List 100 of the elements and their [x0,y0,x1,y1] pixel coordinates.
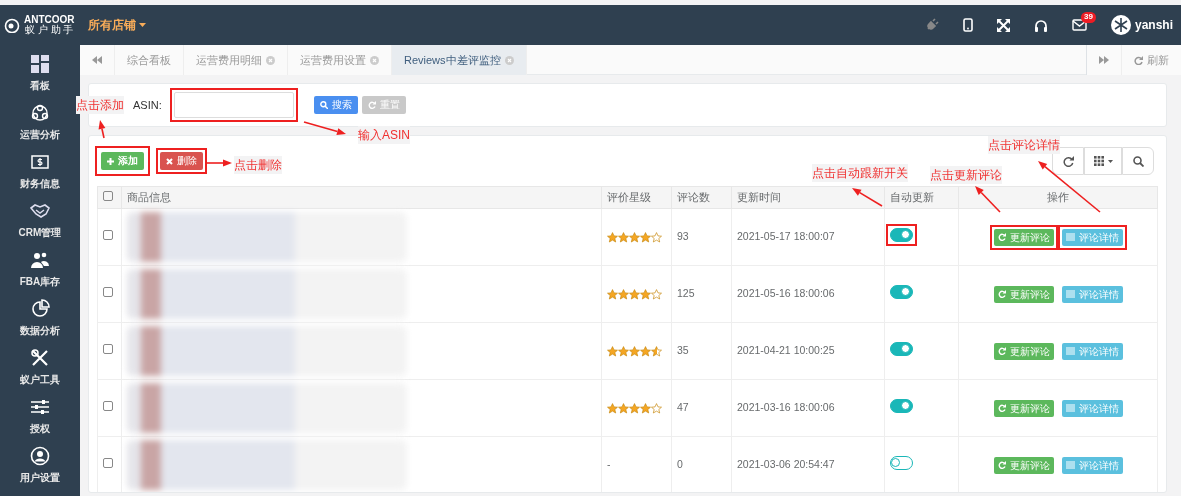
sidebar-item[interactable]: FBA库存 [19,274,61,289]
caret-icon [1107,159,1113,163]
scroll-left-icon[interactable] [92,56,102,64]
plus-icon [107,157,114,165]
sidebar-item[interactable]: 蚁户工具 [20,372,60,387]
list-icon [1065,290,1075,298]
star-icon [629,231,640,243]
review-details-button[interactable]: 评论详情 [1061,285,1123,303]
sidebar-item[interactable]: 授权 [30,421,50,436]
row-checkbox[interactable] [103,287,113,298]
sidebar-item[interactable]: 数据分析 [20,323,60,338]
review-count: 0 [677,458,683,471]
update-time: 2021-05-17 18:00:07 [737,230,835,243]
dashboard-icon[interactable] [30,54,50,74]
arrow [205,159,232,167]
highlight-frame [95,146,150,176]
tab[interactable]: Reviews中差评监控 [392,45,527,75]
update-reviews-button[interactable]: 更新评论 [993,228,1054,246]
arrow [852,188,883,207]
star-icon [629,402,640,414]
user-icon[interactable] [30,446,50,466]
tab[interactable]: 运营费用明细 [184,45,288,75]
logo-subtitle: 蚁 户 助 手 [25,25,75,35]
refresh-icon [1134,55,1143,65]
update-reviews-button[interactable]: 更新评论 [993,456,1054,474]
grid-icon [1093,156,1104,166]
arrow [975,186,1001,213]
row-checkbox[interactable] [103,401,113,412]
tab[interactable]: 运营费用设置 [288,45,392,75]
list-icon [1065,347,1075,355]
annotation-text: 点击添加 [76,96,124,114]
column-header: 自动更新 [890,190,934,203]
search-button[interactable] [1122,147,1154,175]
update-reviews-button[interactable]: 更新评论 [993,285,1054,303]
annotation-text: 点击评论详情 [988,136,1060,154]
sliders-icon[interactable] [30,397,50,417]
arrow [1038,161,1101,213]
sidebar-item[interactable]: 运营分析 [20,127,60,142]
update-reviews-button[interactable]: 更新评论 [993,399,1054,417]
search-button[interactable]: 搜索 [313,96,358,114]
row-checkbox[interactable] [103,458,113,469]
row-checkbox[interactable] [103,230,113,241]
star-icon [640,288,651,300]
toggle-switch[interactable] [890,284,913,299]
column-header: 商品信息 [127,190,171,203]
pie-chart-icon[interactable] [30,299,50,319]
select-all-checkbox[interactable] [103,190,113,201]
add-button[interactable]: 添加 [101,152,144,170]
columns-button[interactable] [1084,147,1122,175]
list-icon [1065,404,1075,412]
refresh-icon [997,233,1006,241]
star-icon [607,231,618,243]
refresh-icon [1062,155,1074,167]
refresh-icon [997,347,1006,355]
highlight-frame [989,224,1058,250]
tab[interactable]: 综合看板 [115,45,184,75]
highlight-frame [156,148,207,174]
toggle-switch[interactable] [890,341,913,356]
store-dropdown[interactable]: 所有店铺 [88,18,147,32]
mobile-icon[interactable] [963,18,973,32]
toggle-switch[interactable] [890,398,913,413]
sidebar-item[interactable]: CRM管理 [18,225,62,240]
review-details-button[interactable]: 评论详情 [1061,342,1123,360]
mail-icon[interactable] [1072,19,1087,31]
star-icon [618,345,629,357]
star-icon [607,345,618,357]
tools-icon[interactable] [30,348,50,368]
update-time: 2021-03-06 20:54:47 [737,458,835,471]
review-count: 125 [677,287,695,300]
notification-badge: 39 [1081,12,1096,23]
username[interactable]: yanshi [1135,16,1173,34]
search-icon [319,101,328,109]
star-icon [618,231,629,243]
toggle-switch[interactable] [890,227,913,242]
headset-icon[interactable] [1034,18,1048,32]
plug-icon[interactable] [925,18,939,32]
fullscreen-icon[interactable] [997,18,1010,32]
delete-button[interactable]: 删除 [160,152,203,170]
scroll-right-icon[interactable] [1099,56,1109,64]
update-time: 2021-05-16 18:00:06 [737,287,835,300]
sidebar-item[interactable]: 看板 [30,78,50,93]
review-details-button[interactable]: 评论详情 [1061,228,1123,246]
sidebar-item[interactable]: 财务信息 [20,176,60,191]
column-header: 操作 [1047,190,1069,203]
empty-star-icon [651,402,662,414]
review-count: 35 [677,344,689,357]
review-details-button[interactable]: 评论详情 [1061,399,1123,417]
refresh-icon [367,101,376,109]
network-icon[interactable] [30,103,50,123]
update-reviews-button[interactable]: 更新评论 [993,342,1054,360]
money-icon[interactable] [30,152,50,172]
sidebar-item[interactable]: 用户设置 [20,470,60,485]
logo-text: ANTCOOR [24,15,75,25]
avatar-icon[interactable] [1111,15,1131,35]
caret-icon [139,23,147,29]
rating-text: - [607,458,611,471]
review-details-button[interactable]: 评论详情 [1061,456,1123,474]
people-icon[interactable] [30,250,50,270]
annotation-text: 点击删除 [234,156,282,174]
row-checkbox[interactable] [103,344,113,355]
